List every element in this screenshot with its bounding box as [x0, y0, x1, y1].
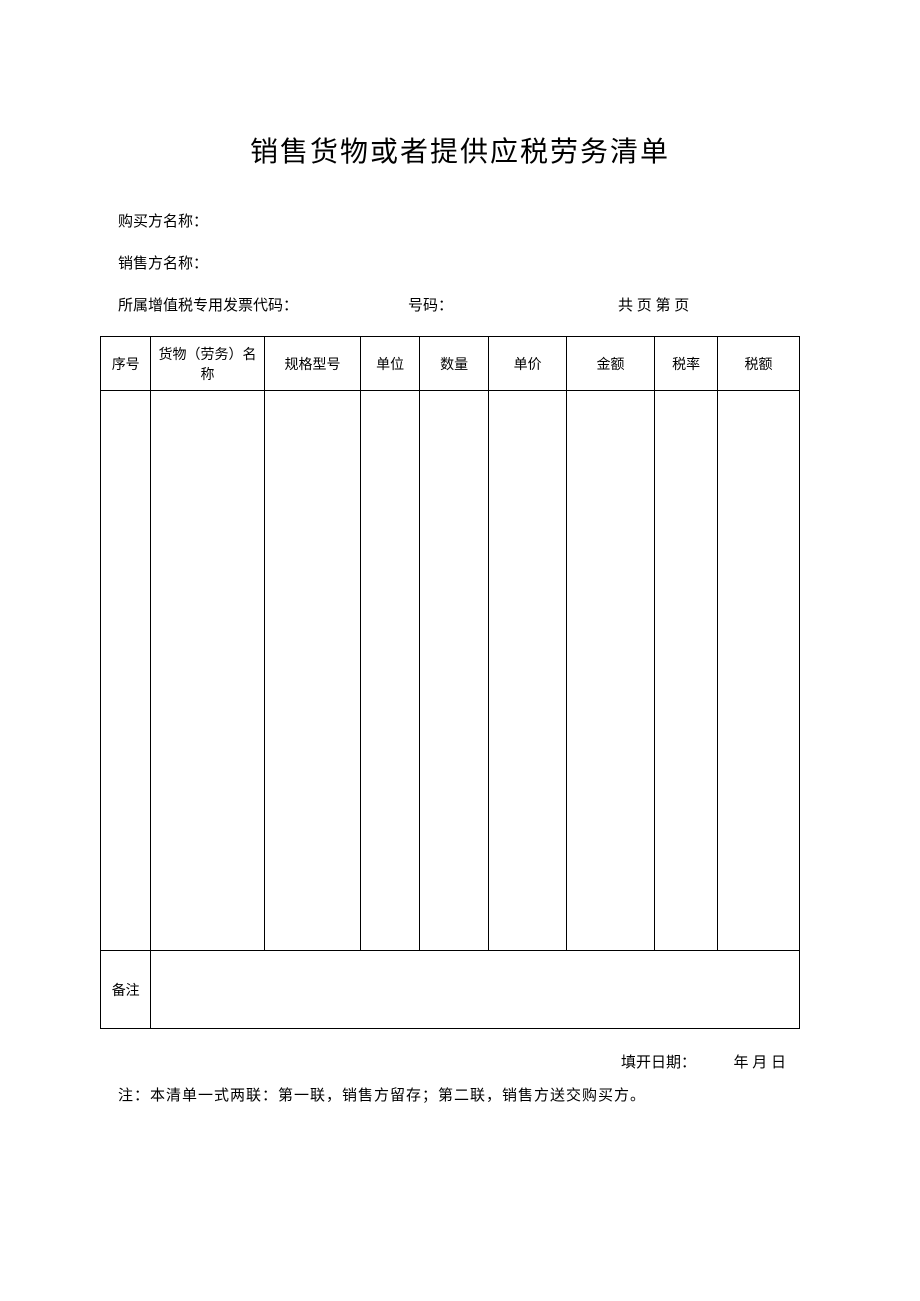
cell-amount: [566, 391, 654, 951]
buyer-name-label: 购买方名称：: [118, 214, 208, 230]
col-header-name: 货物（劳务）名称: [151, 337, 264, 391]
invoice-code-label: 所属增值税专用发票代码：: [118, 294, 408, 318]
col-header-amount: 金额: [566, 337, 654, 391]
col-header-rate: 税率: [655, 337, 718, 391]
col-header-unit: 单位: [361, 337, 420, 391]
invoice-number-label: 号码：: [408, 294, 618, 318]
buyer-name-row: 购买方名称：: [118, 210, 820, 234]
cell-price: [489, 391, 567, 951]
seller-name-label: 销售方名称：: [118, 256, 208, 272]
footer-note: 注：本清单一式两联：第一联，销售方留存；第二联，销售方送交购买方。: [100, 1084, 800, 1105]
fill-date-row: 填开日期： 年 月 日: [100, 1051, 800, 1072]
page-count-label: 共 页 第 页: [618, 294, 689, 318]
table-header-row: 序号 货物（劳务）名称 规格型号 单位 数量 单价 金额 税率 税额: [101, 337, 800, 391]
remark-content: [151, 951, 800, 1029]
cell-rate: [655, 391, 718, 951]
fill-date-suffix: 年 月 日: [733, 1055, 786, 1071]
cell-spec: [264, 391, 361, 951]
remark-label: 备注: [101, 951, 151, 1029]
col-header-qty: 数量: [420, 337, 489, 391]
cell-unit: [361, 391, 420, 951]
items-table: 序号 货物（劳务）名称 规格型号 单位 数量 单价 金额 税率 税额: [100, 336, 800, 1029]
cell-qty: [420, 391, 489, 951]
col-header-price: 单价: [489, 337, 567, 391]
col-header-tax: 税额: [718, 337, 800, 391]
remark-row: 备注: [101, 951, 800, 1029]
header-info: 购买方名称： 销售方名称： 所属增值税专用发票代码： 号码： 共 页 第 页: [100, 210, 820, 318]
page-title: 销售货物或者提供应税劳务清单: [100, 130, 820, 170]
footer-block: 填开日期： 年 月 日 注：本清单一式两联：第一联，销售方留存；第二联，销售方送…: [100, 1051, 800, 1105]
document-page: 销售货物或者提供应税劳务清单 购买方名称： 销售方名称： 所属增值税专用发票代码…: [0, 0, 920, 1105]
cell-tax: [718, 391, 800, 951]
col-header-seq: 序号: [101, 337, 151, 391]
invoice-info-row: 所属增值税专用发票代码： 号码： 共 页 第 页: [118, 294, 820, 318]
table-body-row: [101, 391, 800, 951]
seller-name-row: 销售方名称：: [118, 252, 820, 276]
cell-seq: [101, 391, 151, 951]
fill-date-label: 填开日期：: [621, 1055, 696, 1071]
col-header-spec: 规格型号: [264, 337, 361, 391]
cell-name: [151, 391, 264, 951]
